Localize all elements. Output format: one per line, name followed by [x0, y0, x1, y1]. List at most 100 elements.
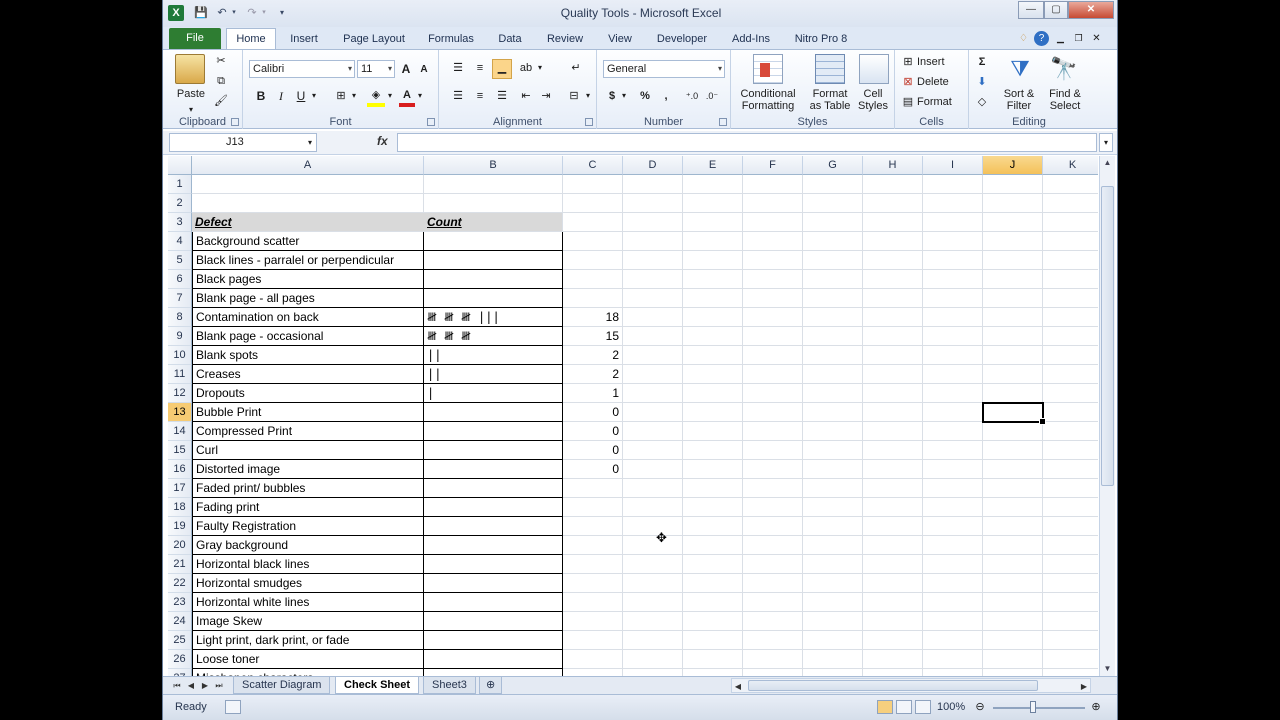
cell-k2[interactable] [1043, 194, 1098, 213]
cell-i20[interactable] [923, 536, 983, 555]
cell-c22[interactable] [563, 574, 623, 593]
cell-e22[interactable] [683, 574, 743, 593]
conditional-formatting-label-2[interactable]: Formatting [733, 98, 803, 114]
delete-cells-icon[interactable]: ⊠ [901, 74, 915, 90]
cell-d4[interactable] [623, 232, 683, 251]
cell-i22[interactable] [923, 574, 983, 593]
cell-c5[interactable] [563, 251, 623, 270]
cell-d8[interactable] [623, 308, 683, 327]
number-launcher-icon[interactable] [719, 118, 727, 126]
first-sheet-icon[interactable]: ⏮ [171, 678, 183, 693]
cell-i16[interactable] [923, 460, 983, 479]
number-format-combo[interactable]: General ▾ [603, 60, 725, 78]
cell-g10[interactable] [803, 346, 863, 365]
cell-b8[interactable]: 𝍸 𝍸 𝍸 ||| [424, 308, 563, 327]
cell-a17[interactable]: Faded print/ bubbles [192, 479, 424, 498]
cut-icon[interactable]: ✂ [213, 53, 229, 69]
cell-i13[interactable] [923, 403, 983, 422]
cell-e9[interactable] [683, 327, 743, 346]
cell-k14[interactable] [1043, 422, 1098, 441]
cell-g6[interactable] [803, 270, 863, 289]
format-cells-icon[interactable]: ▤ [901, 94, 915, 110]
cell-h16[interactable] [863, 460, 923, 479]
row-header[interactable]: 20 [168, 536, 192, 555]
row-header[interactable]: 27 [168, 669, 192, 676]
cell-f11[interactable] [743, 365, 803, 384]
horizontal-scroll-thumb[interactable] [748, 680, 1038, 691]
currency-dropdown-icon[interactable]: ▾ [619, 88, 629, 104]
merge-center-icon[interactable]: ⊟ [565, 88, 583, 104]
tab-page-layout[interactable]: Page Layout [339, 30, 409, 49]
cell-g15[interactable] [803, 441, 863, 460]
cell-h25[interactable] [863, 631, 923, 650]
cell-g8[interactable] [803, 308, 863, 327]
row-header[interactable]: 26 [168, 650, 192, 669]
align-left-icon[interactable]: ☰ [449, 88, 467, 104]
insert-cells-icon[interactable]: ⊞ [901, 54, 915, 70]
cell-g17[interactable] [803, 479, 863, 498]
cell-i18[interactable] [923, 498, 983, 517]
cell-b19[interactable] [424, 517, 563, 536]
cell-j26[interactable] [983, 650, 1043, 669]
cell-f22[interactable] [743, 574, 803, 593]
cell-j15[interactable] [983, 441, 1043, 460]
cell-d24[interactable] [623, 612, 683, 631]
sheet-tab-sheet3[interactable]: Sheet3 [423, 677, 476, 694]
cell-i11[interactable] [923, 365, 983, 384]
cell-i8[interactable] [923, 308, 983, 327]
cell-c12[interactable]: 1 [563, 384, 623, 403]
cell-c8[interactable]: 18 [563, 308, 623, 327]
underline-dropdown-icon[interactable]: ▾ [309, 88, 319, 104]
cell-f4[interactable] [743, 232, 803, 251]
cell-a10[interactable]: Blank spots [192, 346, 424, 365]
vertical-scroll-thumb[interactable] [1101, 186, 1114, 486]
cell-h27[interactable] [863, 669, 923, 676]
macro-record-icon[interactable] [225, 700, 241, 714]
cell-c2[interactable] [563, 194, 623, 213]
cell-a19[interactable]: Faulty Registration [192, 517, 424, 536]
cell-a2[interactable] [192, 194, 424, 213]
cell-g20[interactable] [803, 536, 863, 555]
increase-decimal-icon[interactable]: ⁺.0 [683, 88, 701, 104]
cell-c15[interactable]: 0 [563, 441, 623, 460]
cell-b11[interactable]: || [424, 365, 563, 384]
cell-e13[interactable] [683, 403, 743, 422]
cell-c27[interactable] [563, 669, 623, 676]
orientation-icon[interactable]: ab [517, 60, 535, 76]
cell-j27[interactable] [983, 669, 1043, 676]
cell-f15[interactable] [743, 441, 803, 460]
cell-k15[interactable] [1043, 441, 1098, 460]
cell-a12[interactable]: Dropouts [192, 384, 424, 403]
cell-i25[interactable] [923, 631, 983, 650]
column-header-a[interactable]: A [192, 156, 424, 175]
cell-g19[interactable] [803, 517, 863, 536]
sheet-tab-scatter-diagram[interactable]: Scatter Diagram [233, 677, 331, 694]
cell-h18[interactable] [863, 498, 923, 517]
zoom-level[interactable]: 100% [937, 701, 965, 713]
font-color-icon[interactable]: A [399, 87, 415, 107]
cell-j7[interactable] [983, 289, 1043, 308]
cell-b5[interactable] [424, 251, 563, 270]
cell-k23[interactable] [1043, 593, 1098, 612]
cell-b16[interactable] [424, 460, 563, 479]
cell-e27[interactable] [683, 669, 743, 676]
align-middle-icon[interactable]: ≡ [471, 60, 489, 76]
insert-function-icon[interactable]: fx [377, 134, 388, 148]
cell-h20[interactable] [863, 536, 923, 555]
close-button[interactable]: ✕ [1068, 1, 1114, 19]
clear-icon[interactable]: ◇ [975, 94, 989, 110]
cell-g12[interactable] [803, 384, 863, 403]
maximize-button[interactable]: ▢ [1044, 1, 1068, 19]
cell-g2[interactable] [803, 194, 863, 213]
cell-g7[interactable] [803, 289, 863, 308]
row-header[interactable]: 16 [168, 460, 192, 479]
cell-e15[interactable] [683, 441, 743, 460]
cell-k5[interactable] [1043, 251, 1098, 270]
row-header[interactable]: 9 [168, 327, 192, 346]
increase-indent-icon[interactable]: ⇥ [537, 88, 555, 104]
cell-b10[interactable]: || [424, 346, 563, 365]
cell-f27[interactable] [743, 669, 803, 676]
cell-k20[interactable] [1043, 536, 1098, 555]
cell-e24[interactable] [683, 612, 743, 631]
cell-b12[interactable]: | [424, 384, 563, 403]
